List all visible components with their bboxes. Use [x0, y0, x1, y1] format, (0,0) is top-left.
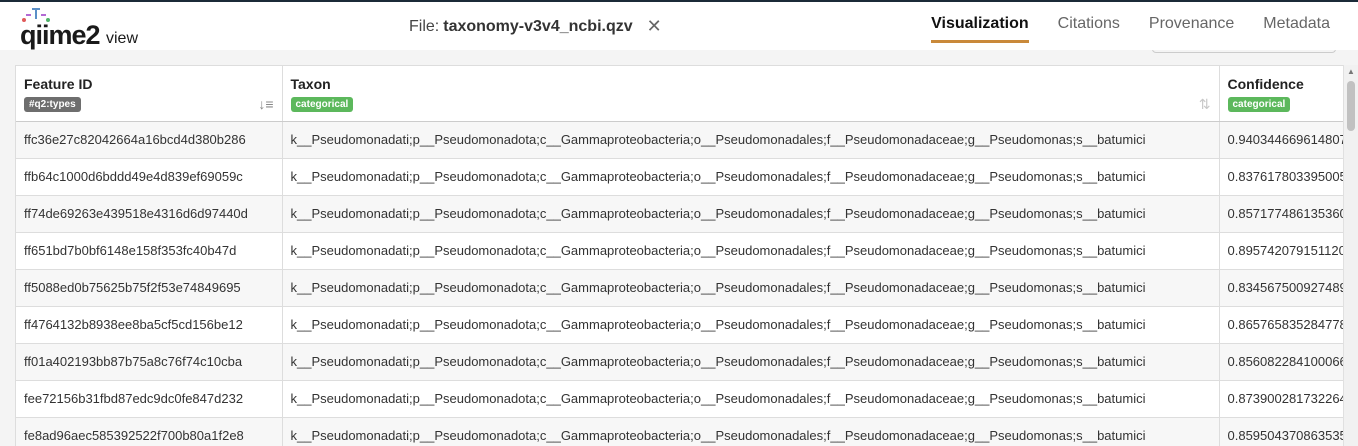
metadata-table: Feature ID #q2:types ↓≡ Taxon categorica…	[16, 66, 1358, 446]
view-tabs: Visualization Citations Provenance Metad…	[902, 2, 1330, 50]
feature-id-cell: fe8ad96aec585392522f700b80a1f2e8	[16, 417, 283, 446]
taxon-cell: k__Pseudomonadati;p__Pseudomonadota;c__G…	[282, 121, 1220, 159]
tab-visualization[interactable]: Visualization	[931, 2, 1029, 43]
confidence-cell: 0.873900281732264	[1219, 380, 1358, 418]
table-header-row: Feature ID #q2:types ↓≡ Taxon categorica…	[16, 66, 1358, 122]
logo-wordmark: qiime2	[20, 20, 101, 50]
taxon-cell: k__Pseudomonadati;p__Pseudomonadota;c__G…	[282, 158, 1220, 196]
type-badge: #q2:types	[24, 97, 81, 112]
table-body: ffc36e27c82042664a16bcd4d380b286 k__Pseu…	[16, 121, 1358, 446]
logo-subtext: view	[106, 30, 139, 47]
table-row: ff74de69263e439518e4316d6d97440d k__Pseu…	[16, 195, 1358, 233]
table-row: fee72156b31fbd87edc9dc0fe847d232 k__Pseu…	[16, 380, 1358, 418]
feature-id-cell: ff651bd7b0bf6148e158f353fc40b47d	[16, 232, 283, 270]
confidence-cell: 0.856082284100066	[1219, 343, 1358, 381]
table-row: ff651bd7b0bf6148e158f353fc40b47d k__Pseu…	[16, 232, 1358, 270]
taxon-cell: k__Pseudomonadati;p__Pseudomonadota;c__G…	[282, 232, 1220, 270]
taxon-cell: k__Pseudomonadati;p__Pseudomonadota;c__G…	[282, 380, 1220, 418]
feature-id-cell: ffc36e27c82042664a16bcd4d380b286	[16, 121, 283, 159]
confidence-cell: 0.857177486135360	[1219, 195, 1358, 233]
column-header-taxon[interactable]: Taxon categorical ⇅	[282, 66, 1220, 122]
taxon-cell: k__Pseudomonadati;p__Pseudomonadota;c__G…	[282, 195, 1220, 233]
type-badge: categorical	[1227, 97, 1291, 112]
qiime2-view-logo[interactable]: qiime2 view	[18, 8, 158, 50]
vertical-scrollbar[interactable]: ▲	[1343, 65, 1358, 446]
close-icon[interactable]: ✕	[647, 16, 662, 37]
taxon-cell: k__Pseudomonadati;p__Pseudomonadota;c__G…	[282, 306, 1220, 344]
table-row: fe8ad96aec585392522f700b80a1f2e8 k__Pseu…	[16, 417, 1358, 446]
tab-citations[interactable]: Citations	[1058, 2, 1120, 37]
table-row: ff01a402193bb87b75a8c76f74c10cba k__Pseu…	[16, 343, 1358, 381]
tab-provenance[interactable]: Provenance	[1149, 2, 1234, 37]
column-title: Confidence	[1227, 76, 1304, 92]
file-label: File:	[409, 18, 440, 35]
confidence-cell: 0.895742079151120	[1219, 232, 1358, 270]
feature-id-cell: ffb64c1000d6bddd49e4d839ef69059c	[16, 158, 283, 196]
visualization-content: Feature ID #q2:types ↓≡ Taxon categorica…	[0, 50, 1358, 446]
taxon-cell: k__Pseudomonadati;p__Pseudomonadota;c__G…	[282, 417, 1220, 446]
scroll-up-arrow-icon[interactable]: ▲	[1347, 67, 1355, 76]
taxon-cell: k__Pseudomonadati;p__Pseudomonadota;c__G…	[282, 269, 1220, 307]
feature-id-cell: ff5088ed0b75625b75f2f53e74849695	[16, 269, 283, 307]
column-header-confidence[interactable]: Confidence categorical	[1219, 66, 1358, 122]
column-title: Taxon	[290, 76, 331, 92]
scroll-thumb[interactable]	[1347, 81, 1355, 131]
column-title: Feature ID	[24, 76, 93, 92]
feature-id-cell: ff4764132b8938ee8ba5cf5cd156be12	[16, 306, 283, 344]
taxon-cell: k__Pseudomonadati;p__Pseudomonadota;c__G…	[282, 343, 1220, 381]
feature-id-cell: ff74de69263e439518e4316d6d97440d	[16, 195, 283, 233]
top-bar: qiime2 view File: taxonomy-v3v4_ncbi.qzv ✕…	[0, 0, 1358, 50]
table-row: ff5088ed0b75625b75f2f53e74849695 k__Pseu…	[16, 269, 1358, 307]
feature-id-cell: fee72156b31fbd87edc9dc0fe847d232	[16, 380, 283, 418]
table-row: ff4764132b8938ee8ba5cf5cd156be12 k__Pseu…	[16, 306, 1358, 344]
search-box[interactable]	[1152, 50, 1336, 53]
table-row: ffc36e27c82042664a16bcd4d380b286 k__Pseu…	[16, 121, 1358, 159]
sort-both-icon[interactable]: ⇅	[1199, 96, 1211, 113]
file-name: taxonomy-v3v4_ncbi.qzv	[443, 18, 633, 35]
feature-id-cell: ff01a402193bb87b75a8c76f74c10cba	[16, 343, 283, 381]
type-badge: categorical	[290, 97, 354, 112]
confidence-cell: 0.834567500927489	[1219, 269, 1358, 307]
confidence-cell: 0.865765835284778	[1219, 306, 1358, 344]
confidence-cell: 0.837617803395005	[1219, 158, 1358, 196]
confidence-cell: 0.859504370863535	[1219, 417, 1358, 446]
tab-metadata[interactable]: Metadata	[1263, 2, 1330, 37]
metadata-table-container: Feature ID #q2:types ↓≡ Taxon categorica…	[15, 65, 1358, 446]
column-header-feature-id[interactable]: Feature ID #q2:types ↓≡	[16, 66, 283, 122]
sort-desc-icon[interactable]: ↓≡	[258, 96, 273, 112]
table-row: ffb64c1000d6bddd49e4d839ef69059c k__Pseu…	[16, 158, 1358, 196]
confidence-cell: 0.940344669614807	[1219, 121, 1358, 159]
file-info: File: taxonomy-v3v4_ncbi.qzv ✕	[409, 16, 662, 37]
